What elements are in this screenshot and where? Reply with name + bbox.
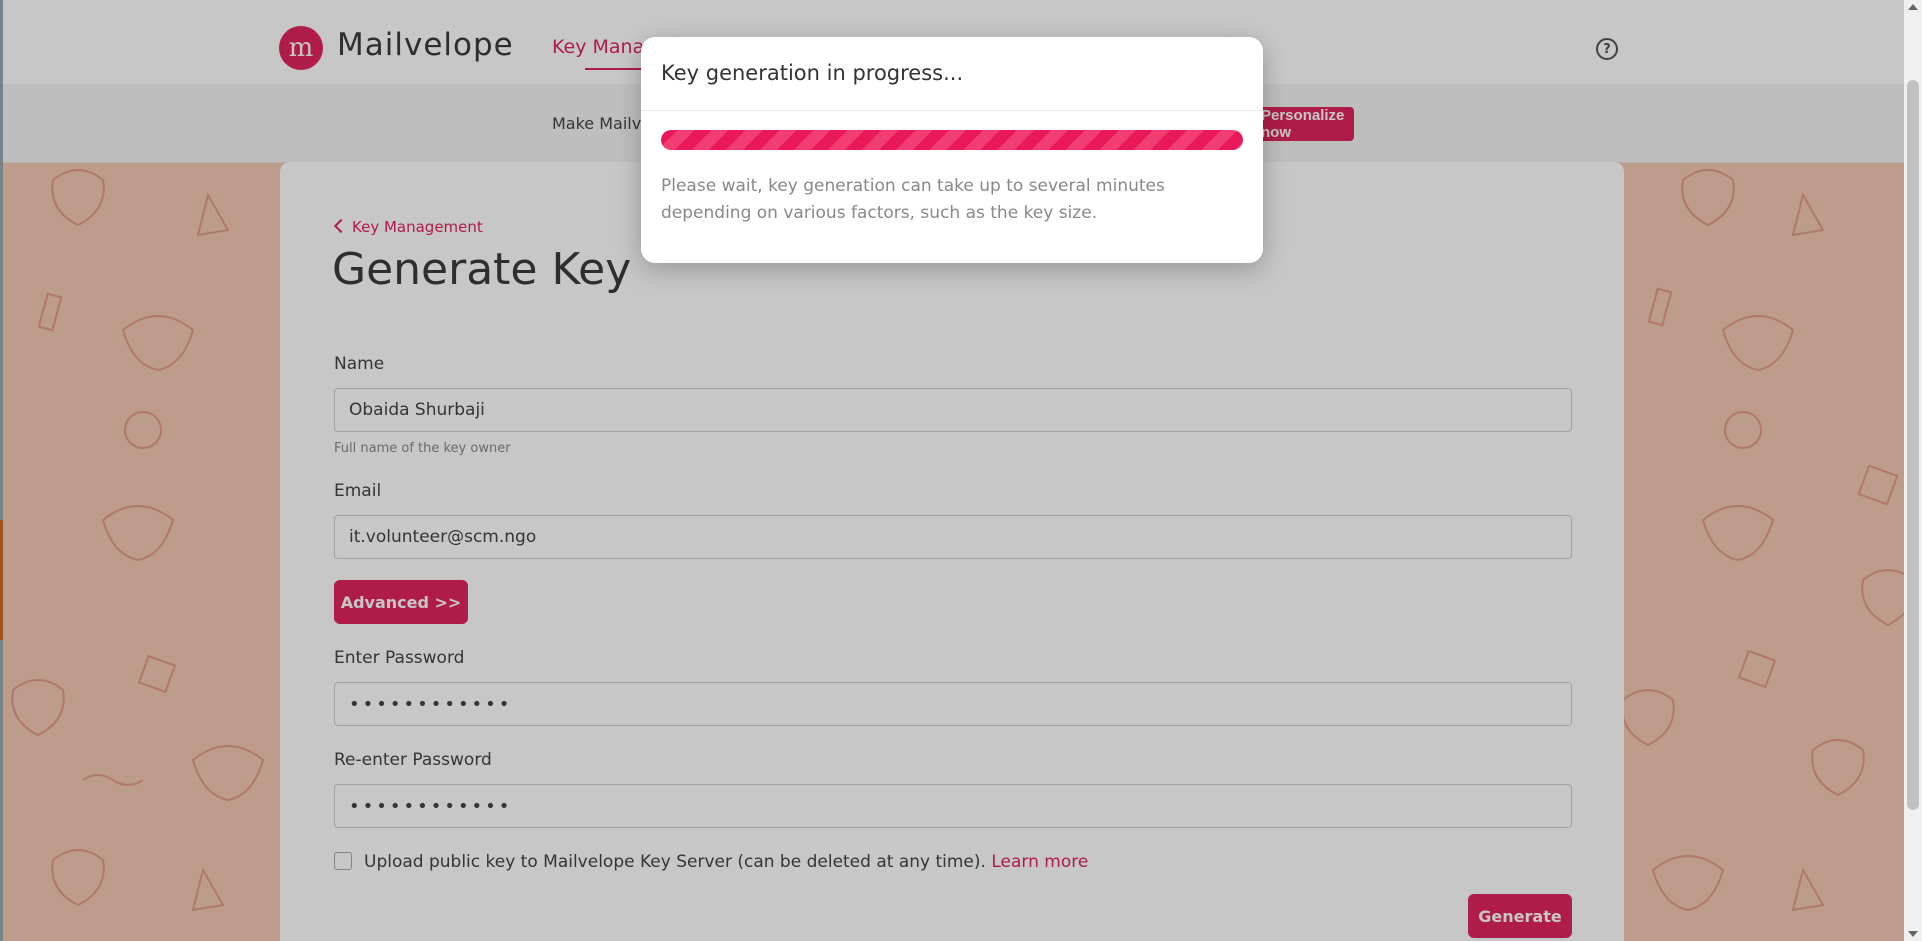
modal-title: Key generation in progress... — [661, 61, 964, 85]
scroll-down-arrow-icon[interactable] — [1908, 931, 1918, 937]
page-scrollbar[interactable] — [1904, 0, 1922, 941]
key-generation-progress-bar — [661, 130, 1243, 150]
key-generation-modal: Key generation in progress... Please wai… — [641, 37, 1263, 263]
scroll-thumb[interactable] — [1907, 80, 1919, 810]
scroll-up-arrow-icon[interactable] — [1908, 4, 1918, 10]
progress-fill — [661, 130, 1243, 150]
modal-body-text: Please wait, key generation can take up … — [661, 176, 1165, 223]
modal-divider — [641, 110, 1263, 111]
